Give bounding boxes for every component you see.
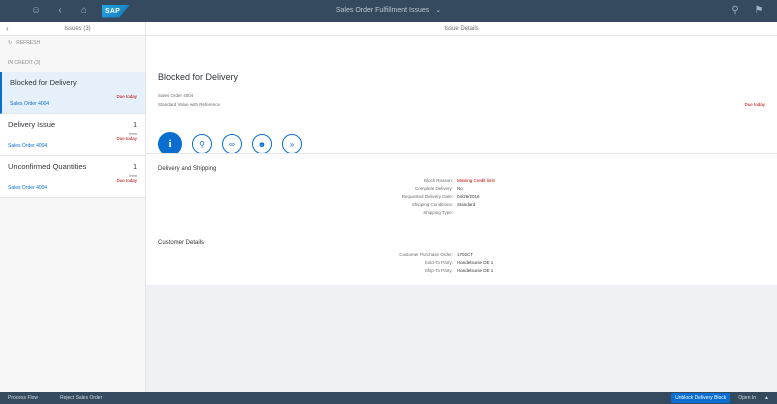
refresh-button[interactable]: ↻ REFRESH [0,36,145,50]
field-label: Shipping Type: [423,210,453,215]
share-icon[interactable]: ▲ [764,395,769,401]
list-item[interactable]: Unconfirmed Quantities 1 Item Due today … [0,156,145,198]
field-label: Requested Delivery Date: [401,194,453,199]
process-flow-button[interactable]: Process Flow [8,392,38,404]
tab-flow[interactable]: » [282,134,302,154]
field-value: No [457,186,463,191]
detail-content: Delivery and Shipping Block Reason: Miss… [146,153,777,285]
field-row: Shipping Conditions: Standard [146,202,777,207]
list-item-title: Unconfirmed Quantities [8,162,87,171]
user-icon[interactable]: ☺ [30,0,42,22]
app-title[interactable]: Sales Order Fulfillment Issues [336,7,429,14]
list-item-due: Due today [116,178,137,183]
process-flow-icon: » [289,139,295,149]
shell-left: ☺ ‹ ⌂ SAP [30,0,130,22]
group-header: IN CREDIT (3) [8,60,41,66]
paperclip-icon: ∞ [229,139,235,149]
list-item[interactable]: Blocked for Delivery Due today Sales Ord… [0,72,145,114]
field-label: Block Reason: [423,178,453,183]
unblock-delivery-button[interactable]: Unblock Delivery Block [671,393,731,403]
field-row: Block Reason: Missing Credit limit [146,178,777,183]
field-label: Sold-To Party: [424,260,453,265]
field-row: Requested Delivery Date: 04/26/2016 [146,194,777,199]
list-item-title: Delivery Issue [8,120,56,129]
list-item-due: Due today [116,136,137,141]
list-item-sales-order: Sales Order 4004 [8,185,48,191]
field-value: Handelsunie DE 1 [457,268,494,273]
list-item-title: Blocked for Delivery [10,78,77,87]
list-item-qty: 1 [133,164,137,171]
refresh-label: REFRESH [16,40,41,46]
tab-location[interactable]: ⚲ [192,134,212,154]
refresh-icon: ↻ [8,40,13,46]
flag-icon[interactable]: ⚑ [753,0,765,22]
back-icon[interactable]: ‹ [54,0,66,22]
detail-header-title: Issue Details [146,22,777,36]
field-row: Customer Purchase Order: 1702CT [146,252,777,257]
reject-sales-order-button[interactable]: Reject Sales Order [60,392,102,404]
object-sales-order: Sales Order 4004 [158,93,194,98]
chevron-down-icon[interactable]: ⌄ [435,7,441,14]
field-row: Complete Delivery: No [146,186,777,191]
tab-contacts[interactable]: ☻ [252,134,272,154]
object-header: Blocked for Delivery Sales Order 4004 St… [146,36,777,161]
section-title: Customer Details [158,240,205,246]
detail-page: Issue Details Blocked for Delivery Sales… [146,22,777,392]
field-label: Shipping Conditions: [411,202,453,207]
shell-right: ⚲ ⚑ [729,0,765,22]
contacts-icon: ☻ [257,139,267,149]
field-value: 04/26/2016 [457,194,480,199]
field-label: Complete Delivery: [414,186,453,191]
shell-bar: ☺ ‹ ⌂ SAP Sales Order Fulfillment Issues… [0,0,777,22]
info-icon: i [168,138,172,150]
list-item-sales-order: Sales Order 4004 [10,101,50,107]
field-label: Ship-To Party: [424,268,453,273]
footer-right: Unblock Delivery Block Open In ▲ [671,392,769,404]
field-value: Standard [457,202,476,207]
list-item-qty: 1 [133,122,137,129]
object-due-status: Due today [744,102,765,107]
master-list: ‹ Issues (3) ↻ REFRESH IN CREDIT (3) Blo… [0,22,146,392]
search-icon[interactable]: ⚲ [729,0,741,22]
field-value: 1702CT [457,252,474,257]
chevron-left-icon[interactable]: ‹ [6,24,16,33]
field-label: Customer Purchase Order: [399,252,453,257]
field-row: Ship-To Party: Handelsunie DE 1 [146,268,777,273]
sap-logo[interactable]: SAP [102,4,130,18]
tab-attachments[interactable]: ∞ [222,134,242,154]
master-header: ‹ Issues (3) [0,22,145,36]
object-reference: Standard Value with Reference [158,102,220,107]
master-title: Issues (3) [64,25,91,32]
list-item-sales-order: Sales Order 4004 [8,143,48,149]
field-value: Missing Credit limit [457,178,495,183]
list-item[interactable]: Delivery Issue 1 Item Due today Sales Or… [0,114,145,156]
field-value: Handelsunie DE 1 [457,260,494,265]
pin-icon: ⚲ [199,139,205,149]
home-icon[interactable]: ⌂ [78,0,90,22]
section-title: Delivery and Shipping [158,166,217,172]
field-row: Sold-To Party: Handelsunie DE 1 [146,260,777,265]
footer-left: Process Flow Reject Sales Order [8,392,102,404]
open-in-button[interactable]: Open In [738,395,756,401]
list-item-due: Due today [116,94,137,99]
field-row: Shipping Type: [146,210,777,215]
object-title: Blocked for Delivery [158,72,239,82]
footer-toolbar: Process Flow Reject Sales Order Unblock … [0,392,777,404]
